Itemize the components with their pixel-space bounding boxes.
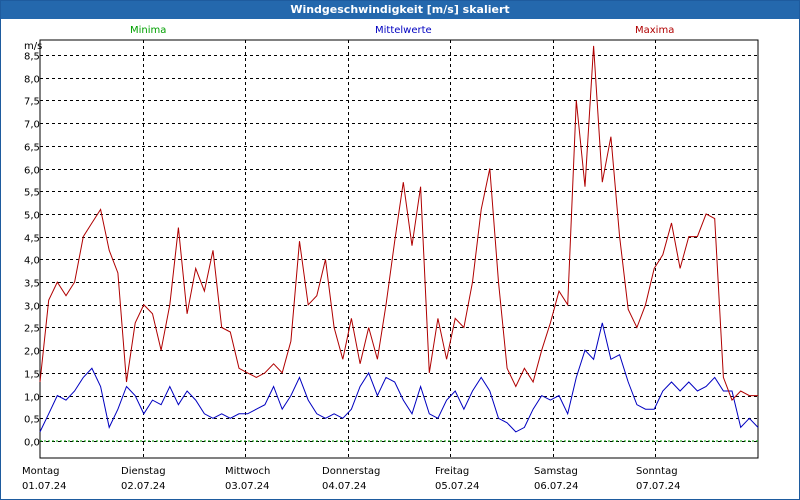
y-tick-label: 8,0	[24, 75, 40, 86]
y-tick-label: 7,5	[24, 97, 40, 108]
y-axis-unit: m/s	[24, 41, 42, 52]
weekday-label: Samstag	[534, 466, 578, 477]
y-tick-label: 3,5	[24, 279, 40, 290]
x-tick-label-day: Mittwoch 03.07.24	[225, 466, 270, 492]
y-tick-label: 7,0	[24, 120, 40, 131]
y-tick-label: 4,5	[24, 234, 40, 245]
weekday-label: Donnerstag	[322, 466, 381, 477]
x-tick-label-day: Samstag 06.07.24	[534, 466, 579, 492]
weekday-label: Dienstag	[121, 466, 166, 477]
date-label: 01.07.24	[22, 481, 67, 492]
x-tick-label-day: Freitag 05.07.24	[435, 466, 480, 492]
x-tick-label-day: Sonntag 07.07.24	[636, 466, 681, 492]
y-tick-label: 6,0	[24, 166, 40, 177]
y-tick-label: 1,0	[24, 393, 40, 404]
weekday-label: Mittwoch	[225, 466, 271, 477]
date-label: 03.07.24	[225, 481, 270, 492]
y-tick-label: 6,5	[24, 143, 40, 154]
series-line-maxima	[39, 45, 758, 402]
y-tick-label: 8,5	[24, 52, 40, 63]
y-tick-label: 4,0	[24, 256, 40, 267]
x-tick-label-day: Montag 01.07.24	[22, 466, 67, 492]
date-label: 02.07.24	[121, 481, 166, 492]
date-label: 04.07.24	[322, 481, 367, 492]
y-tick-label: 3,0	[24, 302, 40, 313]
y-tick-label: 0,5	[24, 415, 40, 426]
date-label: 07.07.24	[636, 481, 681, 492]
date-label: 05.07.24	[435, 481, 480, 492]
chart-plot: 0,0 0,5 1,0 1,5 2,0 2,5 3,0 3,5 4,0 4,5 5,0 5,5 6,0 6…	[24, 39, 759, 459]
weekday-label: Sonntag	[636, 466, 678, 477]
weekday-label: Freitag	[435, 466, 470, 477]
weekday-label: Montag	[22, 466, 60, 477]
x-tick-label-day: Dienstag 02.07.24	[121, 466, 166, 492]
series-line-mittelwerte	[39, 322, 759, 433]
y-tick-label: 2,0	[24, 347, 40, 358]
y-tick-label: 1,5	[24, 370, 40, 381]
y-tick-label: 5,5	[24, 188, 40, 199]
x-tick-label-day: Donnerstag 04.07.24	[322, 466, 380, 492]
y-tick-label: 2,5	[24, 324, 40, 335]
plot-frame	[39, 39, 759, 459]
y-tick-label: 0,0	[24, 438, 40, 449]
date-label: 06.07.24	[534, 481, 579, 492]
y-tick-label: 5,0	[24, 211, 40, 222]
